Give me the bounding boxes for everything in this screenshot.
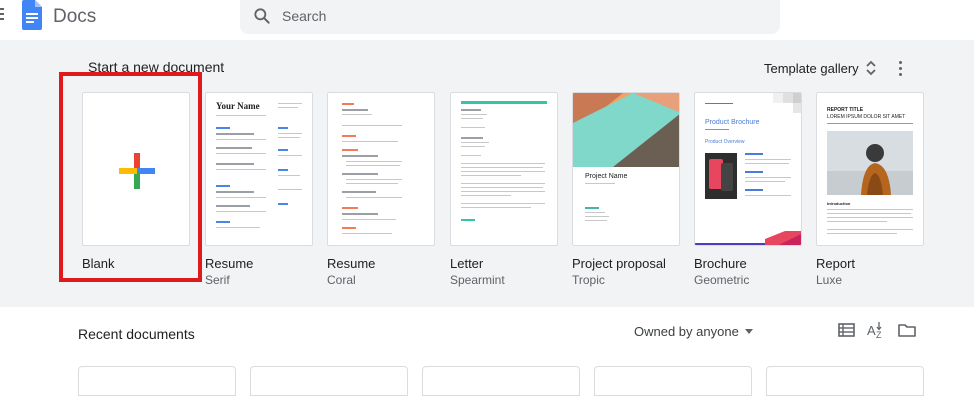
template-subtitle: Coral <box>327 273 356 287</box>
template-gallery-label: Template gallery <box>764 60 859 76</box>
top-bar: Docs <box>0 0 974 40</box>
list-view-icon[interactable] <box>836 320 858 340</box>
more-options-icon[interactable] <box>888 55 912 81</box>
template-name: Project proposal <box>572 256 666 271</box>
thumb-subheading: Product Overview <box>705 139 745 145</box>
app-title[interactable]: Docs <box>53 6 96 28</box>
template-subtitle: Tropic <box>572 273 605 287</box>
template-thumbnail[interactable]: Project Name <box>572 92 680 246</box>
template-thumbnail[interactable]: Product Brochure Product Overview <box>694 92 802 246</box>
template-project-proposal-tropic[interactable]: Project Name Project proposal Tropic <box>572 92 682 287</box>
template-name: Brochure <box>694 256 747 271</box>
recent-document-card[interactable] <box>766 366 924 396</box>
template-thumbnail[interactable]: Your Name <box>205 92 313 246</box>
tropic-graphic <box>573 93 679 167</box>
template-report-luxe[interactable]: REPORT TITLE LOREM IPSUM DOLOR SIT AMET … <box>816 92 926 287</box>
template-name: Resume <box>205 256 254 271</box>
template-subtitle: Serif <box>205 273 230 287</box>
template-subtitle: Luxe <box>816 273 843 287</box>
thumb-heading: Your Name <box>216 101 260 111</box>
unfold-icon <box>866 60 876 76</box>
template-brochure-geometric[interactable]: Product Brochure Product Overview Brochu <box>694 92 804 287</box>
template-gallery-button[interactable]: Template gallery <box>758 54 883 82</box>
template-subtitle: Spearmint <box>450 273 505 287</box>
recent-document-card[interactable] <box>78 366 236 396</box>
search-icon[interactable] <box>252 6 272 26</box>
geometric-corner-graphic <box>773 93 801 113</box>
docs-logo-icon[interactable] <box>22 0 42 30</box>
search-bar[interactable] <box>240 0 780 34</box>
template-subtitle: Geometric <box>694 273 750 287</box>
thumb-heading: Product Brochure <box>705 119 760 126</box>
template-section: Start a new document Template gallery Bl… <box>0 40 974 307</box>
template-resume-serif[interactable]: Your Name Resume Serif <box>205 92 315 287</box>
template-thumbnail[interactable] <box>327 92 435 246</box>
recent-documents-heading: Recent documents <box>78 326 195 342</box>
report-photo <box>827 131 913 195</box>
dropdown-caret-icon <box>744 328 753 334</box>
template-name: Resume <box>327 256 376 271</box>
thumb-intro: Introduction <box>827 201 851 206</box>
recent-document-card[interactable] <box>250 366 408 396</box>
template-blank[interactable]: Blank <box>82 92 192 271</box>
template-letter-spearmint[interactable]: Letter Spearmint <box>450 92 560 287</box>
folder-icon[interactable] <box>896 320 918 340</box>
geometric-footer-graphic <box>695 231 801 245</box>
owner-filter-label: Owned by anyone <box>634 323 739 339</box>
template-name: Blank <box>82 256 115 271</box>
thumb-heading: REPORT TITLE <box>827 107 864 113</box>
sort-az-icon[interactable]: A Z <box>865 320 887 340</box>
section-heading: Start a new document <box>88 59 225 75</box>
plus-icon <box>119 153 155 189</box>
search-input[interactable] <box>282 5 762 27</box>
template-name: Report <box>816 256 856 271</box>
thumb-heading: Project Name <box>585 173 628 180</box>
phone-image <box>705 153 737 199</box>
template-name: Letter <box>450 256 484 271</box>
recent-document-card[interactable] <box>594 366 752 396</box>
template-thumbnail[interactable] <box>82 92 190 246</box>
template-thumbnail[interactable] <box>450 92 558 246</box>
svg-text:A: A <box>867 323 876 338</box>
template-thumbnail[interactable]: REPORT TITLE LOREM IPSUM DOLOR SIT AMET … <box>816 92 924 246</box>
template-resume-coral[interactable]: Resume Coral <box>327 92 437 287</box>
svg-text:Z: Z <box>876 330 882 340</box>
owner-filter-dropdown[interactable]: Owned by anyone <box>628 320 759 342</box>
thumb-subheading: LOREM IPSUM DOLOR SIT AMET <box>827 114 906 120</box>
recent-document-card[interactable] <box>422 366 580 396</box>
main-menu-icon[interactable] <box>0 8 6 22</box>
